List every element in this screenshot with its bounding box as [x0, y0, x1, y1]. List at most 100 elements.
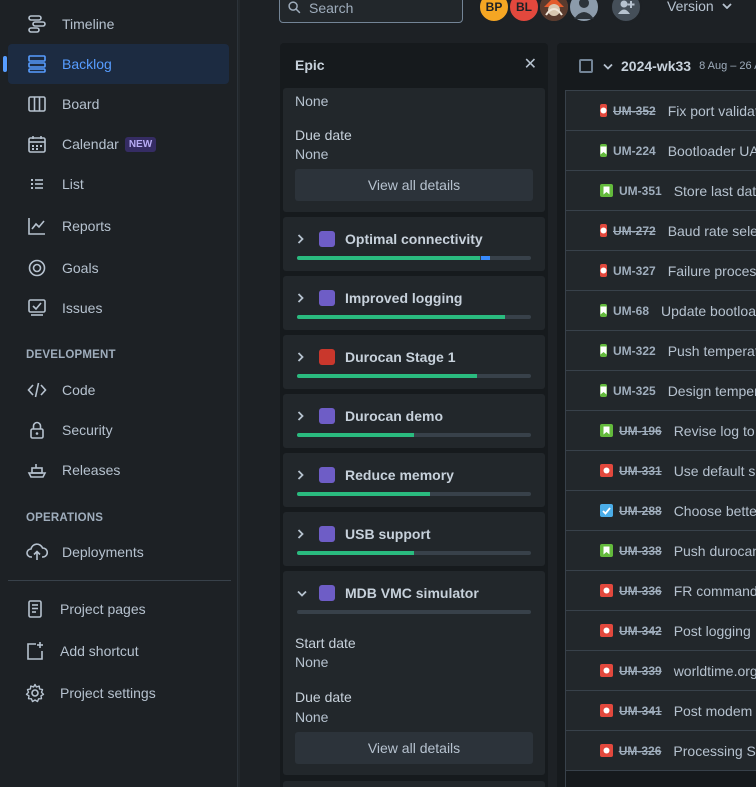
issue-row[interactable]: UM-326 Processing SC: [566, 731, 756, 771]
issue-row[interactable]: UM-341 Post modem: [566, 691, 756, 731]
sidebar-item-label: Security: [62, 422, 113, 438]
view-all-details-button[interactable]: View all details: [295, 732, 533, 764]
issue-row[interactable]: UM-339 worldtime.org: [566, 651, 756, 691]
epic-row[interactable]: USB support: [297, 526, 431, 542]
issue-key[interactable]: UM-224: [613, 144, 656, 158]
issue-key[interactable]: UM-342: [619, 624, 662, 638]
sidebar-item-list[interactable]: List: [8, 164, 229, 204]
avatar-bl[interactable]: BL: [508, 0, 540, 23]
sidebar-item-label: Deployments: [62, 544, 144, 560]
issue-row[interactable]: UM-68 Update bootloader: [566, 291, 756, 331]
epic-progress-bar: [297, 315, 531, 319]
active-indicator: [3, 56, 7, 72]
issue-key[interactable]: UM-322: [613, 344, 656, 358]
search-input[interactable]: Search: [279, 0, 463, 23]
issue-key[interactable]: UM-341: [619, 704, 662, 718]
progress-done: [297, 433, 414, 437]
issue-row[interactable]: UM-338 Push durocan: [566, 531, 756, 571]
sidebar-item-project-settings[interactable]: Project settings: [8, 673, 229, 713]
chevron-right-icon[interactable]: [297, 352, 309, 362]
issue-row[interactable]: UM-325 Design temperature: [566, 371, 756, 411]
development-heading: DEVELOPMENT: [26, 349, 116, 361]
issue-row[interactable]: UM-336 FR command: [566, 571, 756, 611]
sidebar-item-timeline[interactable]: Timeline: [8, 4, 229, 44]
issue-row[interactable]: UM-224 Bootloader UART update: [566, 131, 756, 171]
issue-summary: Baud rate selection: [667, 222, 756, 239]
close-icon[interactable]: ✕: [524, 57, 537, 73]
issue-row[interactable]: UM-322 Push temperature: [566, 331, 756, 371]
issue-key[interactable]: UM-331: [619, 464, 662, 478]
issue-row[interactable]: UM-342 Post logging: [566, 611, 756, 651]
sidebar-item-calendar[interactable]: Calendar NEW: [8, 124, 229, 164]
epic-row[interactable]: Durocan Stage 1: [297, 349, 455, 365]
epic-row[interactable]: MDB VMC simulator: [297, 585, 479, 601]
epic-card[interactable]: USB support: [283, 512, 545, 566]
issue-row[interactable]: UM-351 Store last data: [566, 171, 756, 211]
sidebar-item-label: Issues: [62, 300, 103, 316]
avatar-bp[interactable]: BP: [478, 0, 510, 23]
avatar-initials: BL: [516, 0, 532, 14]
issue-row[interactable]: UM-288 Choose better: [566, 491, 756, 531]
epic-row[interactable]: Durocan demo: [297, 408, 443, 424]
chevron-right-icon[interactable]: [297, 411, 309, 421]
sprint-checkbox[interactable]: [579, 59, 593, 73]
issue-key[interactable]: UM-325: [613, 384, 656, 398]
epic-card[interactable]: Optimal connectivity: [283, 217, 545, 271]
epic-card[interactable]: Improved logging: [283, 276, 545, 330]
chevron-down-icon[interactable]: [603, 63, 613, 70]
epic-card-next[interactable]: [283, 781, 545, 787]
issue-key[interactable]: UM-196: [619, 424, 662, 438]
sidebar-item-project-pages[interactable]: Project pages: [8, 589, 229, 629]
view-all-details-button[interactable]: View all details: [295, 169, 533, 201]
issue-summary: Revise log to: [673, 422, 755, 439]
sidebar-item-goals[interactable]: Goals: [8, 248, 229, 288]
issue-key[interactable]: UM-351: [619, 184, 662, 198]
epic-card[interactable]: Durocan demo: [283, 394, 545, 448]
sidebar-item-security[interactable]: Security: [8, 410, 229, 450]
chevron-right-icon[interactable]: [297, 293, 309, 303]
avatar-initials: BP: [485, 0, 503, 14]
sidebar-item-deployments[interactable]: Deployments: [8, 532, 229, 572]
sidebar-item-issues[interactable]: Issues: [8, 288, 229, 328]
issue-key[interactable]: UM-68: [613, 304, 649, 318]
due-date-value: None: [295, 709, 329, 725]
issue-row[interactable]: UM-272 Baud rate selection: [566, 211, 756, 251]
chevron-right-icon[interactable]: [297, 529, 309, 539]
issue-summary: Fix port validation: [667, 102, 756, 119]
version-dropdown[interactable]: Version: [667, 0, 732, 14]
issue-key[interactable]: UM-336: [619, 584, 662, 598]
avatar-photo[interactable]: [538, 0, 570, 23]
issue-key[interactable]: UM-327: [613, 264, 656, 278]
issue-summary: Post modem: [673, 702, 753, 719]
chevron-down-icon[interactable]: [297, 590, 309, 597]
epic-card-expanded[interactable]: MDB VMC simulator Start date None Due da…: [283, 571, 545, 775]
sidebar-item-backlog[interactable]: Backlog: [3, 44, 229, 84]
issue-row[interactable]: UM-352 Fix port validation: [566, 91, 756, 131]
issue-key[interactable]: UM-339: [619, 664, 662, 678]
sidebar-item-board[interactable]: Board: [8, 84, 229, 124]
issue-key[interactable]: UM-338: [619, 544, 662, 558]
sidebar-item-code[interactable]: Code: [8, 370, 229, 410]
chevron-right-icon[interactable]: [297, 470, 309, 480]
add-people-button[interactable]: [610, 0, 642, 23]
sidebar-item-add-shortcut[interactable]: Add shortcut: [8, 631, 229, 671]
avatar-default[interactable]: [568, 0, 600, 23]
issue-key[interactable]: UM-352: [613, 104, 656, 118]
epic-card[interactable]: Reduce memory: [283, 453, 545, 507]
issue-key[interactable]: UM-288: [619, 504, 662, 518]
issue-key[interactable]: UM-326: [619, 744, 662, 758]
sidebar-item-label: Project settings: [60, 685, 156, 701]
issue-row[interactable]: UM-196 Revise log to: [566, 411, 756, 451]
sidebar-item-reports[interactable]: Reports: [8, 206, 229, 246]
issue-row[interactable]: UM-327 Failure processing: [566, 251, 756, 291]
epic-row[interactable]: Optimal connectivity: [297, 231, 483, 247]
epic-row[interactable]: Reduce memory: [297, 467, 454, 483]
chevron-right-icon[interactable]: [297, 234, 309, 244]
sprint-header[interactable]: 2024-wk33 8 Aug – 26 Aug: [565, 43, 756, 89]
bug-type-icon: [600, 224, 607, 237]
sidebar-item-releases[interactable]: Releases: [8, 450, 229, 490]
epic-card[interactable]: Durocan Stage 1: [283, 335, 545, 389]
issue-key[interactable]: UM-272: [613, 224, 656, 238]
issue-row[interactable]: UM-331 Use default s: [566, 451, 756, 491]
epic-row[interactable]: Improved logging: [297, 290, 462, 306]
